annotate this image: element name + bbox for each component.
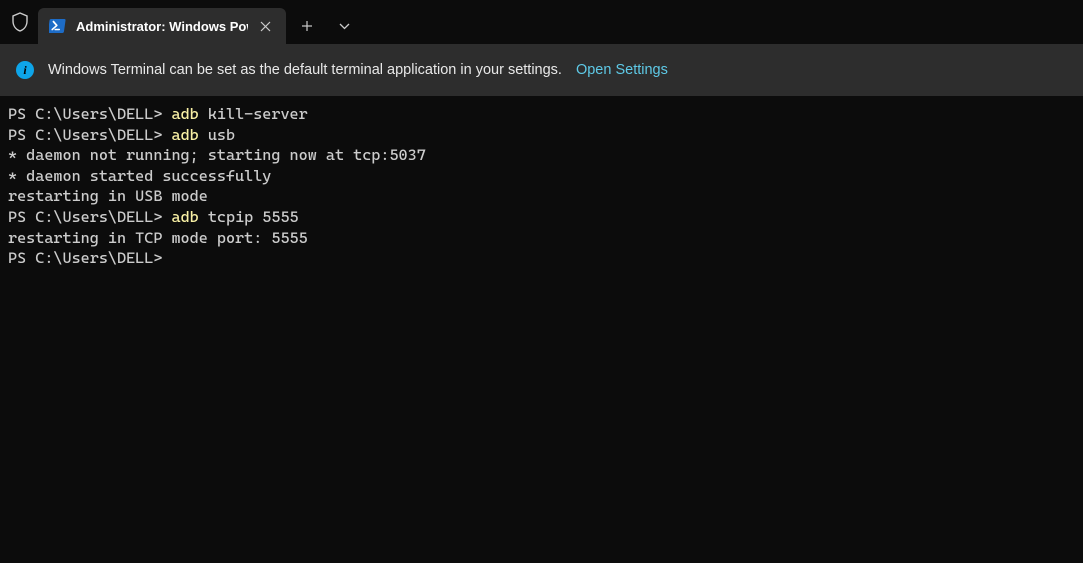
shield-icon: [6, 8, 34, 36]
titlebar: Administrator: Windows Pow: [0, 0, 1083, 44]
tab-close-button[interactable]: [254, 15, 276, 37]
infobar-message: Windows Terminal can be set as the defau…: [48, 62, 562, 78]
new-tab-button[interactable]: [286, 8, 328, 44]
infobar: i Windows Terminal can be set as the def…: [0, 44, 1083, 96]
terminal-output[interactable]: PS C:\Users\DELL> adb kill-serverPS C:\U…: [0, 96, 1083, 277]
terminal-line: PS C:\Users\DELL> adb usb: [8, 125, 1075, 146]
terminal-line: PS C:\Users\DELL> adb tcpip 5555: [8, 207, 1075, 228]
terminal-line: restarting in TCP mode port: 5555: [8, 228, 1075, 249]
terminal-line: PS C:\Users\DELL> adb kill-server: [8, 104, 1075, 125]
powershell-icon: [48, 16, 68, 36]
open-settings-link[interactable]: Open Settings: [576, 62, 668, 78]
tab-dropdown-button[interactable]: [328, 8, 360, 44]
info-icon: i: [16, 61, 34, 79]
terminal-line: restarting in USB mode: [8, 186, 1075, 207]
terminal-line: * daemon started successfully: [8, 166, 1075, 187]
terminal-line: PS C:\Users\DELL>: [8, 248, 1075, 269]
terminal-line: * daemon not running; starting now at tc…: [8, 145, 1075, 166]
tab-title: Administrator: Windows Pow: [76, 19, 248, 34]
tab-powershell[interactable]: Administrator: Windows Pow: [38, 8, 286, 44]
